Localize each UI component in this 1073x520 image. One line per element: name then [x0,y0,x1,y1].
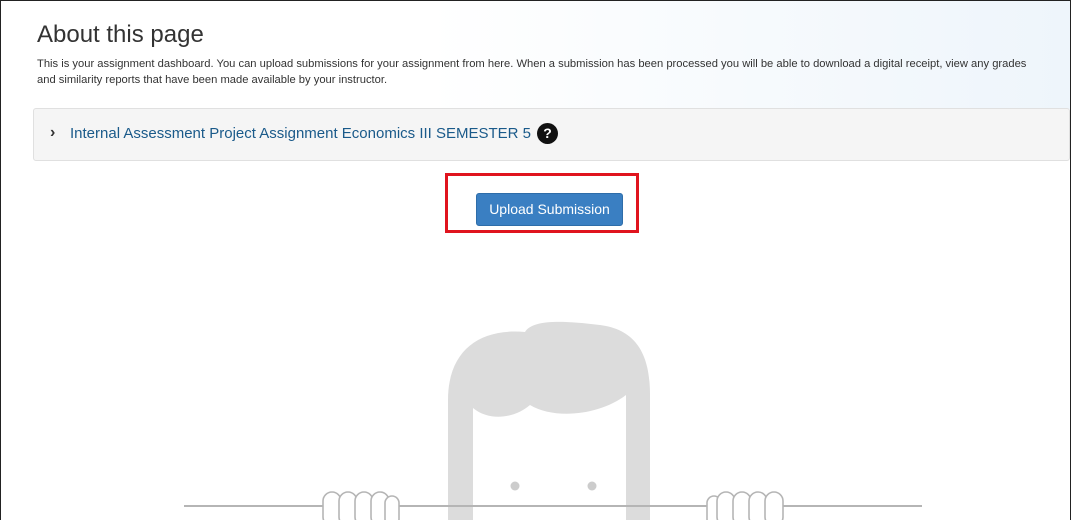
right-hand [706,491,784,520]
character-illustration [448,321,650,520]
right-eye [587,481,597,491]
empty-state-illustration [184,321,922,520]
left-eye [510,481,520,491]
left-hand [322,491,400,520]
